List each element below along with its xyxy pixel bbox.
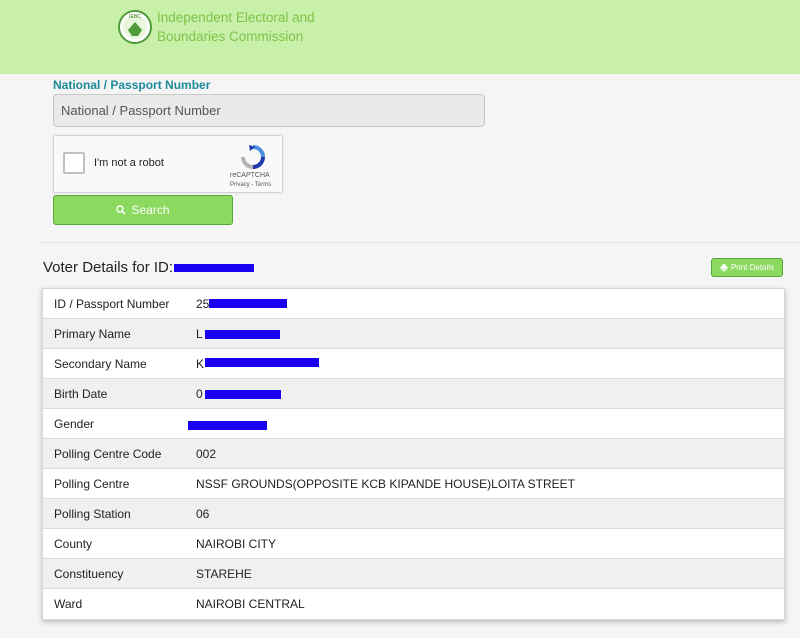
row-label: County bbox=[54, 537, 93, 551]
recaptcha-icon bbox=[241, 145, 265, 169]
row-label: Birth Date bbox=[54, 387, 108, 401]
redaction-bar bbox=[205, 330, 280, 339]
org-name: Independent Electoral and Boundaries Com… bbox=[157, 8, 315, 46]
redaction-bar bbox=[205, 358, 319, 367]
row-label: Polling Centre bbox=[54, 477, 130, 491]
row-value: 002 bbox=[196, 447, 217, 461]
logo-text: IEBC bbox=[129, 14, 141, 20]
recaptcha-checkbox[interactable] bbox=[63, 152, 85, 174]
row-label: Polling Centre Code bbox=[54, 447, 162, 461]
table-row: Primary Name L bbox=[43, 319, 784, 349]
voter-details-title: Voter Details for ID: bbox=[43, 259, 255, 276]
search-button-label: Search bbox=[131, 203, 170, 217]
row-value: NAIROBI CITY bbox=[196, 537, 277, 551]
row-value: STAREHE bbox=[196, 567, 252, 581]
recaptcha-label: I'm not a robot bbox=[94, 157, 164, 169]
row-label: Secondary Name bbox=[54, 357, 147, 371]
table-row: Secondary Name K bbox=[43, 349, 784, 379]
site-header: IEBC Independent Electoral and Boundarie… bbox=[0, 0, 800, 74]
row-value: 0 bbox=[196, 387, 203, 401]
redaction-bar bbox=[188, 421, 267, 430]
recaptcha-links[interactable]: Privacy - Terms bbox=[230, 182, 271, 188]
recaptcha-widget: I'm not a robot reCAPTCHA Privacy - Term… bbox=[53, 135, 283, 193]
redacted-id bbox=[174, 264, 255, 273]
table-row: Polling Centre Code 002 bbox=[43, 439, 784, 469]
search-icon bbox=[116, 205, 127, 215]
org-name-line2: Boundaries Commission bbox=[157, 29, 304, 44]
search-button[interactable]: Search bbox=[53, 195, 233, 225]
row-label: Gender bbox=[54, 417, 95, 431]
redaction-bar bbox=[205, 390, 281, 399]
row-label: Primary Name bbox=[54, 327, 131, 341]
voter-details-table: ID / Passport Number 25 Primary Name L S… bbox=[42, 288, 785, 620]
row-value: NAIROBI CENTRAL bbox=[196, 597, 305, 611]
table-row: Gender bbox=[43, 409, 784, 439]
section-divider bbox=[40, 242, 800, 243]
print-details-label: Print Details bbox=[730, 263, 775, 272]
id-passport-input[interactable] bbox=[53, 94, 485, 127]
org-name-line1: Independent Electoral and bbox=[157, 10, 315, 25]
row-value: 06 bbox=[196, 507, 210, 521]
redaction-bar bbox=[209, 299, 287, 308]
row-label: Ward bbox=[54, 597, 83, 611]
row-value: L bbox=[196, 327, 203, 341]
table-row: County NAIROBI CITY bbox=[43, 529, 784, 559]
table-row: Birth Date 0 bbox=[43, 379, 784, 409]
table-row: Polling Station 06 bbox=[43, 499, 784, 529]
row-label: ID / Passport Number bbox=[54, 297, 170, 311]
printer-icon bbox=[720, 264, 728, 272]
row-value: 25 bbox=[196, 297, 210, 311]
iebc-logo: IEBC bbox=[118, 10, 152, 44]
table-row: Constituency STAREHE bbox=[43, 559, 784, 589]
table-row: Ward NAIROBI CENTRAL bbox=[43, 589, 784, 619]
table-row: ID / Passport Number 25 bbox=[43, 289, 784, 319]
print-details-button[interactable]: Print Details bbox=[711, 258, 783, 277]
recaptcha-brand: reCAPTCHA bbox=[230, 172, 270, 179]
row-label: Polling Station bbox=[54, 507, 131, 521]
id-field-label: National / Passport Number bbox=[53, 78, 211, 92]
voter-details-title-text: Voter Details for ID: bbox=[43, 259, 174, 276]
table-row: Polling Centre NSSF GROUNDS(OPPOSITE KCB… bbox=[43, 469, 784, 499]
row-label: Constituency bbox=[54, 567, 124, 581]
row-value: K bbox=[196, 357, 205, 371]
row-value: NSSF GROUNDS(OPPOSITE KCB KIPANDE HOUSE)… bbox=[196, 477, 575, 491]
